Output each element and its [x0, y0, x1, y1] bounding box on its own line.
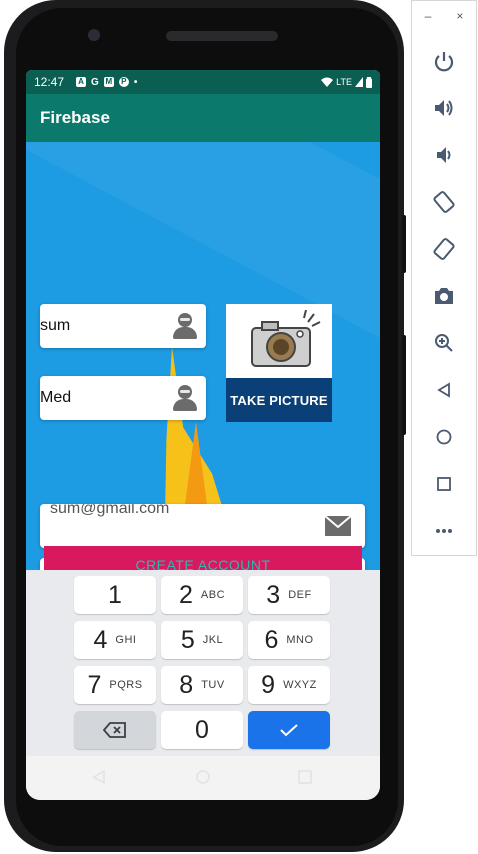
person-icon — [172, 312, 198, 340]
key-digit: 7 — [87, 670, 102, 699]
rotate-right-icon — [433, 238, 455, 260]
emulator-toolbar: – × — [411, 0, 477, 556]
volume-down-icon — [437, 147, 451, 163]
first-name-field[interactable]: sum — [40, 304, 206, 348]
key-4[interactable]: 4 GHI — [74, 621, 156, 659]
key-digit: 6 — [264, 625, 279, 654]
key-1[interactable]: 1 — [74, 576, 156, 614]
gmail-icon: M — [103, 77, 114, 87]
key-digit: 9 — [261, 670, 276, 699]
status-time: 12:47 — [34, 75, 65, 89]
app-title: Firebase — [40, 108, 110, 127]
system-nav-bar — [26, 756, 380, 800]
back-button[interactable] — [429, 375, 459, 405]
key-digit: 2 — [178, 580, 193, 609]
nav-home-icon[interactable] — [196, 770, 210, 784]
key-letters: WXYZ — [283, 679, 317, 691]
key-9[interactable]: 9 WXYZ — [248, 666, 330, 704]
signup-content: sum Med TAKE PICTURE sum@gmail.com — [26, 142, 380, 570]
home-button[interactable] — [429, 422, 459, 452]
done-key[interactable] — [248, 711, 330, 749]
key-letters: PQRS — [109, 679, 143, 691]
zoom-icon — [435, 334, 453, 352]
key-letters: JKL — [202, 634, 224, 646]
battery-icon — [366, 76, 372, 88]
earpiece-speaker — [166, 31, 278, 41]
key-letters: MNO — [286, 634, 314, 646]
more-icon — [436, 529, 452, 533]
more-notifications-dot: • — [133, 76, 138, 88]
notification-a-icon: A — [76, 77, 87, 87]
key-digit: 3 — [266, 580, 281, 609]
key-digit: 0 — [195, 715, 209, 744]
wifi-icon — [321, 77, 334, 87]
key-letters: TUV — [201, 679, 225, 691]
key-0[interactable]: 0 — [161, 711, 243, 749]
numeric-keyboard: 1 2 ABC 3 DEF 4 GHI 5 JKL 6 MNO 7 PQRS 8… — [26, 570, 380, 756]
overview-button[interactable] — [429, 469, 459, 499]
phone-screen: 12:47 A G M P • LTE Firebase sum Med TAK… — [26, 70, 380, 800]
front-camera — [88, 29, 100, 41]
close-button[interactable]: × — [456, 9, 463, 29]
toolbar-window-controls: – × — [412, 9, 476, 29]
overview-icon — [437, 477, 451, 491]
notification-icons: A G M P • — [76, 77, 137, 88]
key-6[interactable]: 6 MNO — [248, 621, 330, 659]
key-5[interactable]: 5 JKL — [161, 621, 243, 659]
nav-back-icon[interactable] — [92, 770, 106, 784]
person-icon — [172, 384, 198, 412]
backspace-icon — [103, 722, 126, 738]
camera-icon — [435, 288, 453, 304]
volume-hardware-button — [402, 215, 406, 273]
key-letters: DEF — [288, 589, 312, 601]
key-2[interactable]: 2 ABC — [161, 576, 243, 614]
power-button[interactable] — [429, 46, 459, 76]
key-digit: 1 — [108, 580, 122, 609]
key-7[interactable]: 7 PQRS — [74, 666, 156, 704]
key-letters: GHI — [115, 634, 137, 646]
take-picture-label: TAKE PICTURE — [226, 378, 332, 422]
key-digit: 4 — [93, 625, 108, 654]
first-name-value: sum — [40, 317, 71, 334]
volume-down-button[interactable] — [429, 140, 459, 170]
key-3[interactable]: 3 DEF — [248, 576, 330, 614]
key-8[interactable]: 8 TUV — [161, 666, 243, 704]
backspace-key[interactable] — [74, 711, 156, 749]
status-right: LTE — [321, 76, 372, 88]
volume-up-button[interactable] — [429, 93, 459, 123]
screenshot-button[interactable] — [429, 281, 459, 311]
key-digit: 5 — [180, 625, 195, 654]
key-digit: 8 — [179, 670, 194, 699]
more-button[interactable] — [429, 516, 459, 546]
back-icon — [437, 382, 450, 398]
key-letters: ABC — [200, 589, 226, 601]
volume-up-icon — [435, 100, 453, 116]
last-name-value: Med — [40, 389, 72, 406]
network-type: LTE — [336, 77, 352, 87]
rotate-left-button[interactable] — [429, 187, 459, 217]
power-icon — [434, 52, 454, 72]
signal-icon — [355, 77, 363, 87]
google-icon: G — [91, 76, 99, 88]
take-picture-button[interactable]: TAKE PICTURE — [226, 304, 332, 422]
home-icon — [436, 429, 452, 445]
rotate-left-icon — [433, 191, 455, 213]
mail-icon — [325, 516, 351, 536]
last-name-field[interactable]: Med — [40, 376, 206, 420]
email-field[interactable]: sum@gmail.com — [40, 504, 365, 548]
nav-overview-icon[interactable] — [298, 770, 312, 784]
app-bar: Firebase — [26, 94, 380, 142]
check-icon — [280, 724, 298, 737]
rotate-right-button[interactable] — [429, 234, 459, 264]
p-app-icon: P — [118, 77, 129, 87]
power-hardware-button — [402, 335, 406, 435]
zoom-button[interactable] — [429, 328, 459, 358]
email-value: sum@gmail.com — [50, 504, 170, 517]
status-bar: 12:47 A G M P • LTE — [26, 70, 380, 94]
minimize-button[interactable]: – — [425, 9, 432, 29]
camera-icon — [251, 310, 321, 367]
